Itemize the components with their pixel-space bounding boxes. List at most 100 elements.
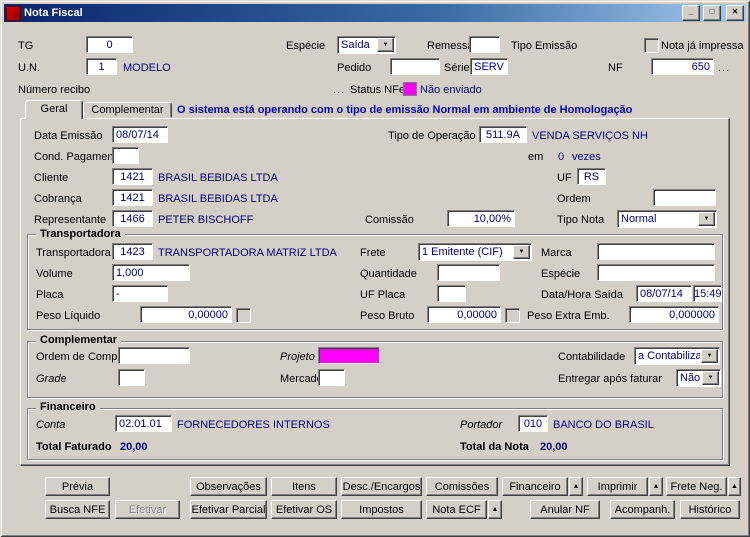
cond-pagamento-input[interactable] [112,147,139,164]
tab-complementar[interactable]: Complementar [83,102,172,118]
imprimir-button[interactable]: Imprimir [587,477,648,496]
frete-label: Frete [360,247,386,259]
financeiro-button[interactable]: Financeiro [502,477,568,496]
maximize-button[interactable]: □ [703,5,721,21]
conta-input[interactable] [115,415,172,432]
peso-liquido-label: Peso Líquido [36,310,101,322]
numero-recibo-browse-button[interactable]: ... [333,84,345,97]
status-nfe-indicator [403,82,417,96]
efetivar-os-button[interactable]: Efetivar OS [271,500,337,519]
impostos-button[interactable]: Impostos [341,500,422,519]
especie-select[interactable]: Saída ▼ [337,36,396,54]
dropdown-arrow-icon[interactable]: ▼ [513,245,530,259]
comissoes-button[interactable]: Comissões [426,477,498,496]
anular-nf-button[interactable]: Anular NF [530,500,600,519]
tipo-operacao-input[interactable] [479,126,527,143]
peso-bruto-input[interactable] [427,306,501,323]
status-nfe-value: Não enviado [420,84,482,96]
placa-input[interactable] [112,285,168,302]
acompanh-button[interactable]: Acompanh. [610,500,675,519]
marca-label: Marca [541,247,572,259]
itens-button[interactable]: Itens [271,477,337,496]
un-input[interactable] [86,58,117,75]
uf-placa-input[interactable] [437,285,466,302]
historico-button[interactable]: Histórico [680,500,740,519]
nota-fiscal-window: Nota Fiscal _ □ ✕ TG Espécie Saída ▼ Rem… [0,0,750,537]
mercado-input[interactable] [318,369,345,386]
transportadora-input[interactable] [112,243,153,260]
volume-label: Volume [36,268,73,280]
portador-input[interactable] [518,415,548,432]
titlebar[interactable]: Nota Fiscal _ □ ✕ [4,4,746,22]
marca-input[interactable] [597,243,715,260]
comissao-input[interactable] [447,210,515,227]
tipo-nota-value: Normal [621,213,657,225]
observacoes-button[interactable]: Observações [190,477,267,496]
serie-input[interactable] [470,58,508,75]
serie-label: Série [444,62,470,74]
ordem-de-compra-input[interactable] [118,347,190,364]
data-emissao-input[interactable] [112,126,168,143]
hora-saida-input[interactable] [693,285,722,302]
ordem-input[interactable] [653,189,716,206]
tab-geral[interactable]: Geral [25,100,83,119]
entregar-apos-faturar-select[interactable]: Não ▼ [676,369,721,387]
dropdown-arrow-icon[interactable]: ▼ [701,349,718,363]
nf-browse-button[interactable]: ... [718,62,730,75]
frete-neg-menu-arrow-button[interactable]: ▲ [728,477,741,496]
remessa-label: Remessa [427,40,474,52]
tg-input[interactable] [86,36,133,53]
portador-description: BANCO DO BRASIL [553,419,654,431]
close-button[interactable]: ✕ [726,5,744,21]
cobranca-input[interactable] [112,189,153,206]
financeiro-menu-arrow-button[interactable]: ▲ [569,477,583,496]
especie-embalagem-label: Espécie [541,268,581,280]
nota-ecf-button[interactable]: Nota ECF [426,500,487,519]
frete-neg-button[interactable]: Frete Neg. [666,477,727,496]
busca-nfe-button[interactable]: Busca NFE [45,500,110,519]
representante-input[interactable] [112,210,153,227]
tipo-operacao-label: Tipo de Operação [388,130,476,142]
pedido-input[interactable] [390,58,440,75]
frete-select[interactable]: 1 Emitente (CIF) ▼ [418,243,532,261]
desc-encargos-button[interactable]: Desc./Encargos [341,477,422,496]
data-hora-saida-label: Data/Hora Saída [541,289,623,301]
dropdown-arrow-icon[interactable]: ▼ [698,212,715,226]
tg-label: TG [18,40,34,52]
data-emissao-label: Data Emissão [34,130,103,142]
peso-bruto-checkbox[interactable] [505,308,520,323]
total-da-nota-label: Total da Nota [460,441,529,453]
nf-input[interactable] [651,58,714,75]
especie-embalagem-input[interactable] [597,264,715,281]
contabilidade-value: a Contabilizar [638,350,700,362]
peso-liquido-input[interactable] [140,306,232,323]
cliente-description: BRASIL BEBIDAS LTDA [158,172,278,184]
peso-extra-input[interactable] [629,306,719,323]
efetivar-button: Efetivar [115,500,180,519]
tipo-nota-label: Tipo Nota [557,214,605,226]
data-saida-input[interactable] [636,285,692,302]
tipo-nota-select[interactable]: Normal ▼ [617,210,717,228]
vezes-label: vezes [572,151,601,163]
minimize-button[interactable]: _ [682,5,700,21]
transportadora-label: Transportadora [36,247,111,259]
peso-extra-label: Peso Extra Emb. [527,310,610,322]
dropdown-arrow-icon[interactable]: ▼ [702,371,719,385]
grade-input[interactable] [118,369,145,386]
projeto-input[interactable] [318,347,380,364]
uf-label: UF [557,172,572,184]
uf-input[interactable] [577,168,606,185]
ordem-label: Ordem [557,193,591,205]
cliente-input[interactable] [112,168,153,185]
volume-input[interactable] [112,264,190,281]
efetivar-parcial-button[interactable]: Efetivar Parcial [190,500,267,519]
remessa-input[interactable] [469,36,500,53]
dropdown-arrow-icon[interactable]: ▼ [377,38,394,52]
quantidade-input[interactable] [437,264,500,281]
peso-liquido-checkbox[interactable] [236,308,251,323]
contabilidade-select[interactable]: a Contabilizar ▼ [634,347,720,365]
imprimir-menu-arrow-button[interactable]: ▲ [649,477,663,496]
nota-ecf-menu-arrow-button[interactable]: ▲ [488,500,502,519]
nota-ja-impressa-checkbox[interactable] [644,38,659,53]
previa-button[interactable]: Prévia [45,477,110,496]
